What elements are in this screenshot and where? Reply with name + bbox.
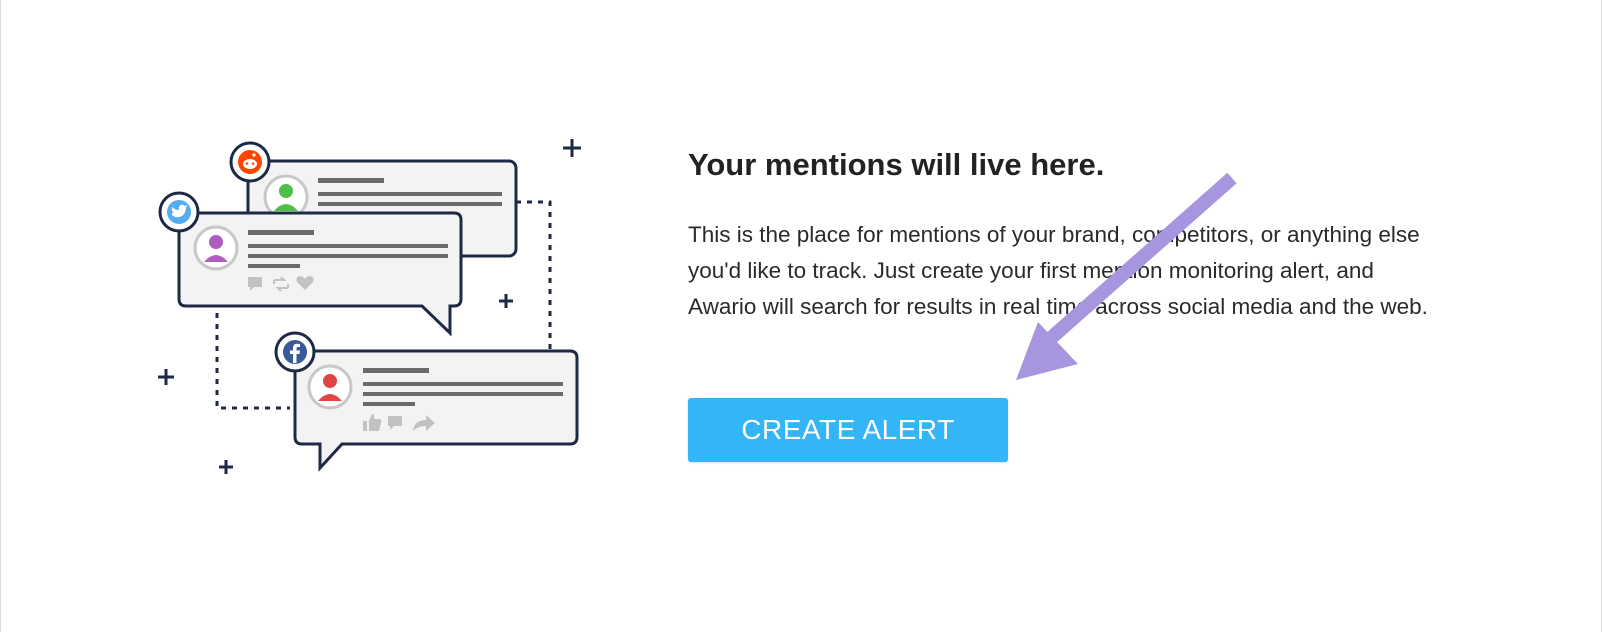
empty-state-description: This is the place for mentions of your b… xyxy=(688,222,1428,319)
mentions-illustration xyxy=(150,135,590,480)
facebook-icon xyxy=(274,331,316,373)
mention-card-facebook xyxy=(293,349,579,472)
reddit-icon xyxy=(229,141,271,183)
empty-state-content: Your mentions will live here. This is th… xyxy=(688,146,1438,325)
mention-card-twitter xyxy=(177,211,463,337)
create-alert-button[interactable]: CREATE ALERT xyxy=(688,398,1008,462)
empty-state-title: Your mentions will live here. xyxy=(688,147,1105,182)
twitter-icon xyxy=(158,191,200,233)
